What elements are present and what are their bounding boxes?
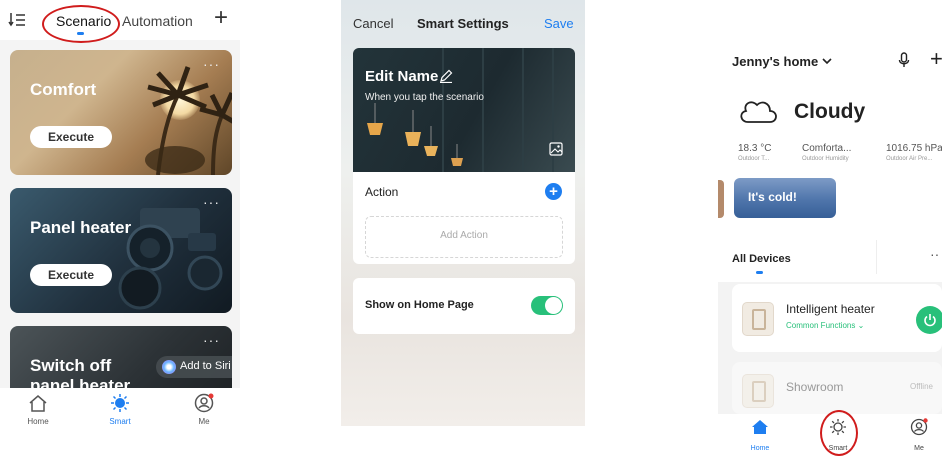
add-action-icon[interactable]: +	[545, 183, 562, 200]
power-button[interactable]	[916, 306, 942, 334]
image-icon[interactable]	[549, 142, 563, 156]
device-name: Intelligent heater	[786, 302, 875, 316]
add-to-siri-button[interactable]: Add to Siri	[156, 356, 232, 378]
smart-sun-icon[interactable]	[110, 393, 130, 413]
annotation-circle	[820, 410, 858, 456]
add-action-label: Add Action	[440, 230, 488, 241]
more-icon[interactable]: ···	[203, 194, 220, 210]
add-icon[interactable]: +	[214, 6, 228, 30]
toggle-knob	[545, 297, 562, 314]
scenario-cover-image[interactable]: Edit Name When you tap the scenario	[353, 48, 575, 172]
siri-icon	[162, 360, 176, 374]
execute-button[interactable]: Execute	[30, 126, 112, 148]
show-on-home-row: Show on Home Page	[353, 278, 575, 334]
scenario-card-panel-heater[interactable]: ··· Panel heater Execute	[10, 188, 232, 313]
home-icon[interactable]	[28, 393, 48, 413]
home-screen: Jenny's home + Cloudy 18.3 °C Outdoor T.…	[718, 40, 942, 456]
active-tab-indicator	[756, 271, 763, 274]
device-card-intelligent-heater[interactable]: Intelligent heater Common Functions ⌄	[732, 284, 942, 352]
add-action-button[interactable]: Add Action	[365, 216, 563, 258]
tab-bar: Home Smart Me	[0, 388, 240, 430]
heater-icon	[742, 302, 774, 336]
siri-label: Add to Siri	[180, 360, 231, 372]
devices-header: All Devices ··	[718, 236, 942, 282]
tab-automation[interactable]: Automation	[122, 13, 193, 29]
scenario-card-switch-off[interactable]: ··· Switch off panel heater Add to Siri	[10, 326, 232, 396]
microphone-icon[interactable]	[898, 52, 910, 68]
more-icon[interactable]: ···	[203, 332, 220, 348]
banner-text: It's cold!	[748, 190, 797, 204]
show-on-home-toggle[interactable]	[531, 296, 563, 315]
common-functions-label: Common Functions	[786, 321, 856, 330]
add-icon[interactable]: +	[930, 48, 942, 70]
scenario-screen: Scenario Automation + ··· Comfort Execut…	[0, 0, 240, 430]
weather-label: Cloudy	[794, 100, 866, 123]
more-icon[interactable]: ···	[203, 56, 220, 72]
stat-label: Outdoor Humidity	[802, 156, 849, 162]
more-icon[interactable]: ··	[930, 246, 939, 262]
device-name: Showroom	[786, 380, 844, 394]
scenario-title: Switch off	[30, 356, 112, 375]
tab-me-label[interactable]: Me	[899, 445, 939, 452]
pendant-lights-image	[367, 48, 554, 172]
cancel-button[interactable]: Cancel	[353, 16, 393, 31]
divider	[876, 240, 877, 274]
offline-badge: Offline	[910, 382, 933, 391]
scenario-card-comfort[interactable]: ··· Comfort Execute	[10, 50, 232, 175]
power-icon	[924, 314, 936, 327]
smart-settings-screen: Cancel Smart Settings Save Edit Name Whe…	[341, 0, 585, 426]
annotation-circle	[42, 5, 120, 43]
chevron-down-icon: ⌄	[855, 321, 865, 330]
tab-bar: Home Smart Me	[718, 410, 942, 456]
tab-smart-label[interactable]: Smart	[100, 417, 140, 426]
prev-banner-peek[interactable]	[718, 180, 724, 218]
stat-value: Comforta...	[802, 143, 852, 154]
execute-button[interactable]: Execute	[30, 264, 112, 286]
top-bar: Scenario Automation +	[0, 0, 240, 43]
stat-label: Outdoor T...	[738, 156, 770, 162]
page-title: Smart Settings	[417, 16, 509, 31]
stat-value: 1016.75 hPa	[886, 143, 942, 154]
stat-label: Outdoor Air Pre...	[886, 156, 933, 162]
scenario-title: Comfort	[30, 80, 97, 99]
me-icon[interactable]	[910, 418, 928, 436]
palm-trees-image	[145, 66, 232, 175]
device-card-showroom[interactable]: Showroom Offline	[732, 362, 942, 414]
edit-pencil-icon[interactable]	[439, 69, 453, 83]
weather-banner[interactable]: It's cold!	[734, 178, 836, 218]
me-icon[interactable]	[194, 393, 214, 413]
stat-value: 18.3 °C	[738, 143, 772, 154]
scenario-title: Panel heater	[30, 218, 132, 237]
common-functions-link[interactable]: Common Functions ⌄	[786, 321, 864, 330]
tab-home-label[interactable]: Home	[740, 445, 780, 452]
heater-icon	[742, 374, 774, 408]
action-section: Action + Add Action	[353, 172, 575, 264]
sort-icon[interactable]	[8, 12, 26, 28]
hint-text: When you tap the scenario	[365, 92, 484, 103]
home-icon[interactable]	[751, 418, 769, 436]
all-devices-tab[interactable]: All Devices	[732, 253, 791, 265]
tab-me-label[interactable]: Me	[184, 417, 224, 426]
show-on-home-label: Show on Home Page	[365, 299, 474, 311]
chevron-down-icon[interactable]	[822, 57, 832, 65]
action-label: Action	[365, 185, 399, 199]
home-title[interactable]: Jenny's home	[732, 54, 818, 69]
edit-name-label[interactable]: Edit Name	[365, 68, 438, 85]
tab-home-label[interactable]: Home	[18, 417, 58, 426]
save-button[interactable]: Save	[544, 16, 574, 31]
cloud-icon	[740, 101, 777, 123]
